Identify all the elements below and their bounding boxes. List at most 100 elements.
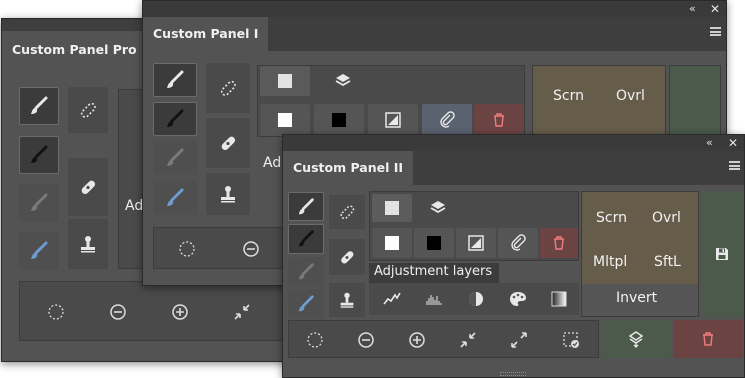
delete-button[interactable] [474,104,524,136]
bandage-dashed-icon [80,102,96,118]
tab-custom-panel-two[interactable]: Custom Panel II [283,151,414,185]
subtract-select-button[interactable] [343,324,389,355]
black-fill-button[interactable] [314,104,364,136]
panel-title: Custom Panel II [293,160,404,175]
healing-brush-button[interactable] [68,158,108,216]
tab-bar: Custom Panel II [283,151,744,185]
invert-button[interactable]: Invert [582,284,698,316]
brush-black-tool-button[interactable] [153,102,197,136]
brush-tool-button[interactable] [288,192,324,221]
expand-button[interactable] [496,324,542,355]
blend-multiply-button[interactable]: Mltpl [593,254,627,270]
trash-icon [703,332,713,346]
brush-blue-icon [298,295,314,312]
bandage-dashed-icon [340,205,355,220]
blend-modes-group: Scrn Ovrl [532,65,666,135]
brush-tool-button[interactable] [153,63,197,97]
collapse-icon[interactable]: « [689,2,696,16]
mask-button[interactable] [368,104,418,136]
ellipse-select-button[interactable] [292,324,338,355]
white-swatch-icon [385,236,399,250]
brush-blue-icon [167,188,184,206]
healing-brush-dashed-button[interactable] [206,63,250,113]
add-select-button[interactable] [154,294,206,330]
layers-button[interactable] [318,66,368,96]
clip-button[interactable] [422,104,472,136]
shrink-icon [234,304,250,320]
brush-tool-button[interactable] [19,87,59,125]
select-subject-button[interactable] [547,324,595,355]
blend-overlay-button[interactable]: Ovrl [616,88,645,104]
color-palette-icon [510,292,526,306]
adjustment-row [369,283,579,315]
white-fill-button[interactable] [372,228,412,258]
hue-saturation-button[interactable] [457,285,495,313]
brush-blue-icon [31,241,48,259]
brush-blue-tool-button[interactable] [19,232,59,270]
brush-gray-icon [31,193,48,211]
fill-layers-group [369,191,579,261]
brush-blue-tool-button[interactable] [288,289,324,319]
blend-screen-button[interactable]: Scrn [596,210,627,226]
resize-grip[interactable] [500,372,526,376]
subtract-select-button[interactable] [222,232,280,266]
collapse-icon[interactable]: « [706,136,713,150]
layers-button[interactable] [418,194,458,222]
brush-black-icon [31,145,48,163]
panel-title: Custom Panel Pro [12,42,137,57]
panel-menu-icon[interactable] [710,27,721,36]
healing-brush-dashed-button[interactable] [329,195,365,229]
new-fill-button[interactable] [372,194,412,222]
shrink-button[interactable] [216,294,268,330]
stamp-tool-button[interactable] [329,283,365,317]
brush-icon [167,70,184,88]
bandage-icon [221,136,236,151]
clip-button[interactable] [498,228,538,258]
close-icon[interactable]: ✕ [710,2,720,16]
brush-blue-tool-button[interactable] [153,181,197,215]
levels-button[interactable] [415,285,453,313]
layers-icon [335,74,351,87]
delete-layer-button[interactable] [673,320,743,358]
delete-button[interactable] [540,228,578,258]
black-swatch-icon [427,236,441,250]
blend-softlight-button[interactable]: SftL [654,254,681,270]
shrink-icon [460,331,476,348]
paperclip-icon [511,234,526,251]
subtract-select-button[interactable] [92,294,144,330]
mask-button[interactable] [456,228,496,258]
ellipse-select-button[interactable] [158,232,216,266]
tab-custom-panel-one[interactable]: Custom Panel I [143,17,269,51]
add-select-icon [409,331,425,348]
shrink-button[interactable] [445,324,491,355]
save-button[interactable] [701,191,743,317]
black-fill-button[interactable] [414,228,454,258]
close-icon[interactable]: ✕ [728,136,738,150]
brush-gray-tool-button[interactable] [19,184,59,222]
curves-button[interactable] [373,285,411,313]
hue-saturation-icon [469,292,483,306]
blend-overlay-button[interactable]: Ovrl [652,210,681,226]
brush-black-tool-button[interactable] [288,224,324,254]
color-palette-button[interactable] [499,285,537,313]
white-swatch-icon [278,113,292,127]
invert-label: Invert [616,290,658,306]
gradient-map-button[interactable] [541,285,577,313]
blend-screen-button[interactable]: Scrn [553,88,584,104]
brush-gray-tool-button[interactable] [153,141,197,175]
ellipse-select-button[interactable] [30,294,82,330]
healing-brush-dashed-button[interactable] [68,87,108,133]
panel-menu-icon[interactable] [729,161,740,170]
stamp-tool-button[interactable] [68,219,108,269]
add-select-button[interactable] [394,324,440,355]
healing-brush-button[interactable] [329,239,365,275]
healing-brush-button[interactable] [206,118,250,168]
new-fill-button[interactable] [260,66,310,96]
bandage-icon [81,180,96,195]
stamp-tool-button[interactable] [206,173,250,215]
brush-gray-tool-button[interactable] [288,257,324,287]
white-fill-button[interactable] [260,104,310,136]
tab-custom-panel-pro[interactable]: Custom Panel Pro [2,31,147,69]
merge-layers-button[interactable] [601,320,671,358]
brush-black-tool-button[interactable] [19,136,59,174]
